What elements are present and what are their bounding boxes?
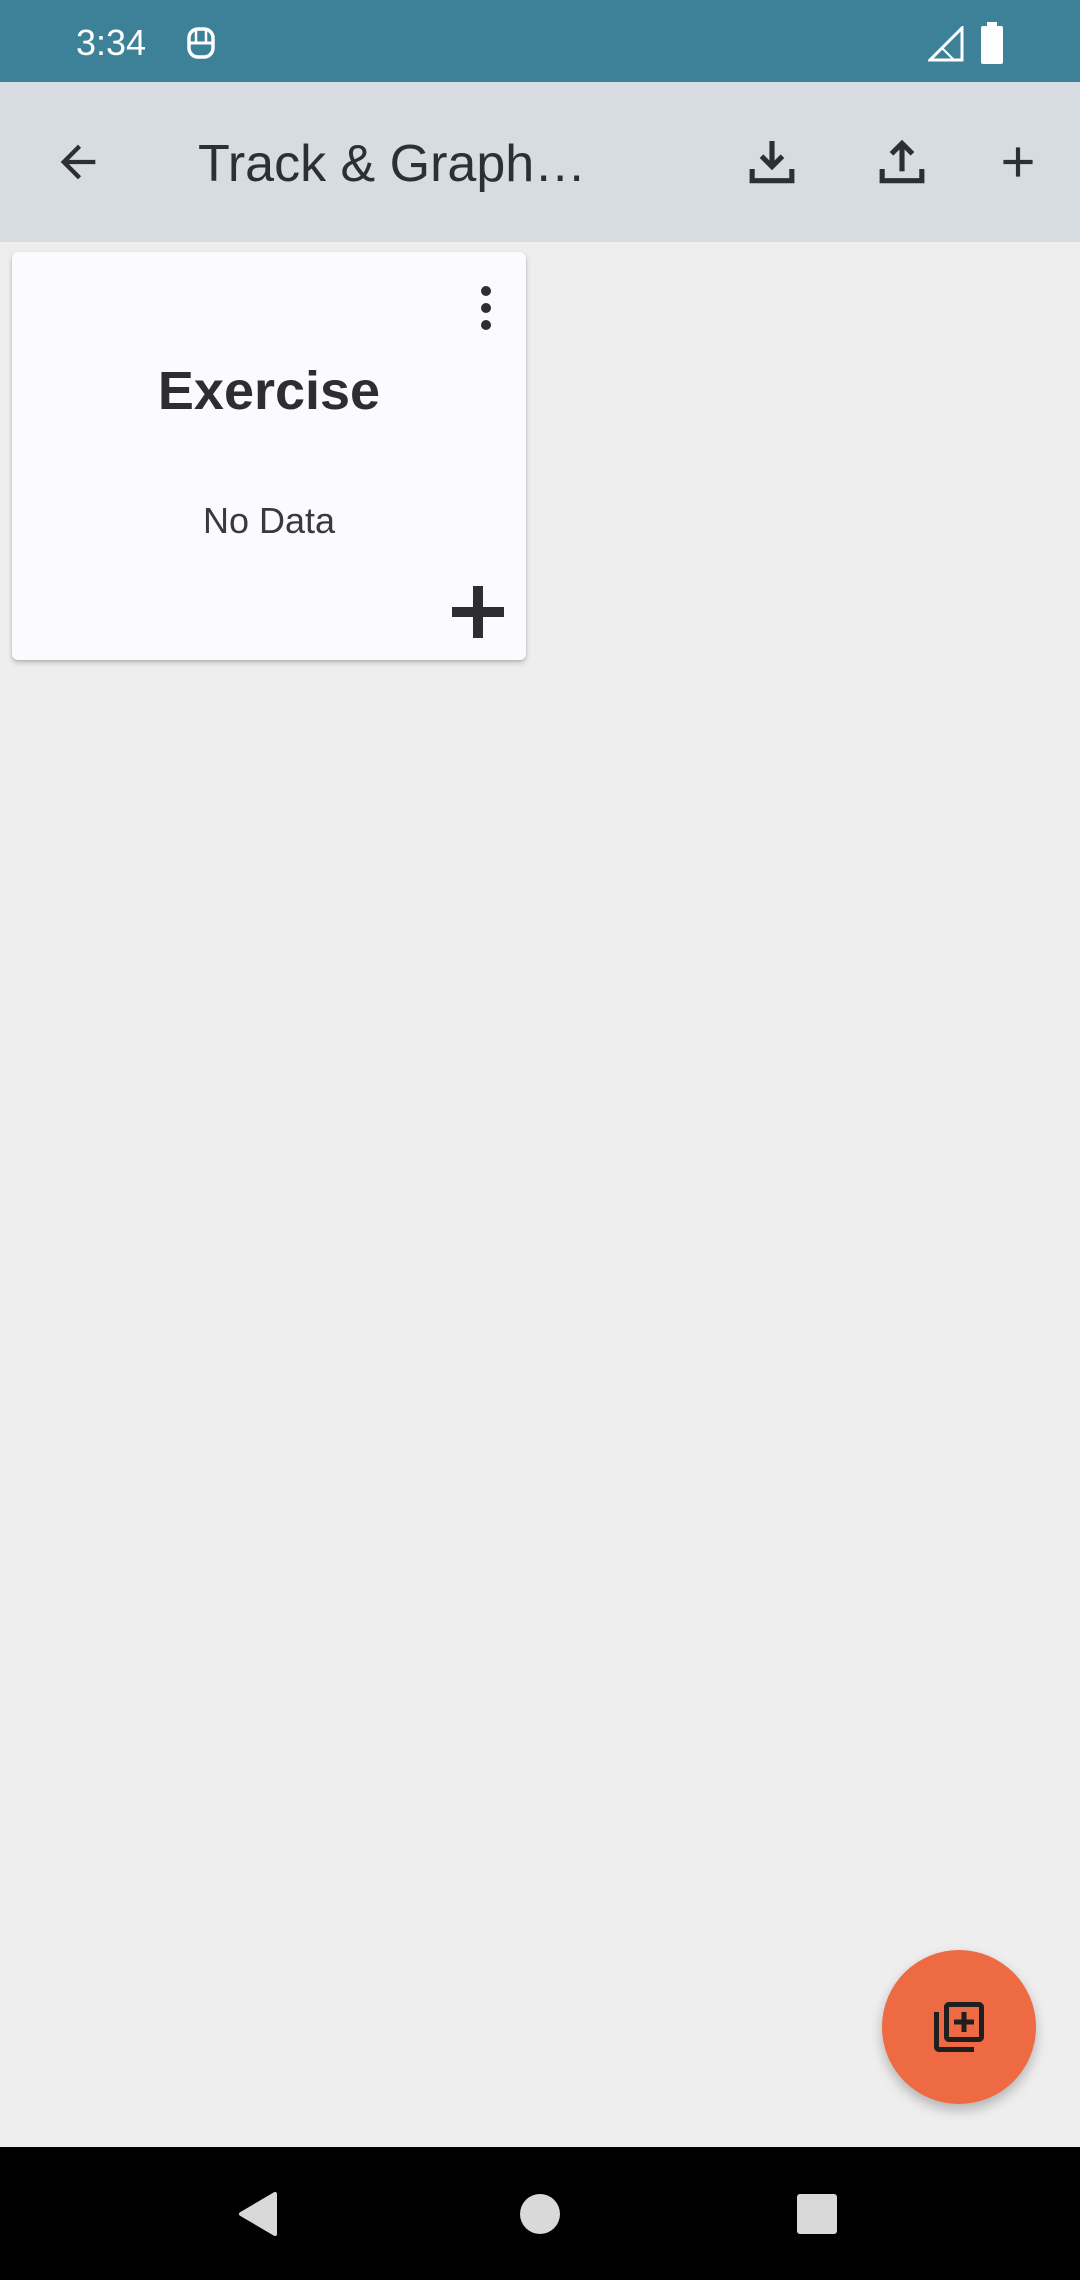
import-button[interactable]	[732, 122, 812, 202]
plus-icon	[452, 586, 504, 638]
app-notification-icon	[187, 27, 215, 59]
add-tracker-fab[interactable]	[882, 1950, 1036, 2104]
tracker-grid: Exercise No Data	[0, 242, 1080, 2147]
nav-home-button[interactable]	[495, 2169, 585, 2259]
status-time: 3:34	[76, 22, 147, 63]
plus-icon	[1003, 147, 1033, 177]
nav-back-button[interactable]	[214, 2169, 304, 2259]
status-bar: 3:34	[0, 0, 1080, 82]
signal-icon	[928, 26, 964, 62]
export-button[interactable]	[862, 122, 942, 202]
nav-back-icon	[239, 2192, 277, 2236]
battery-icon	[981, 22, 1003, 64]
app-bar: Track & Graph…	[0, 82, 1080, 242]
add-button[interactable]	[978, 122, 1058, 202]
nav-recents-icon	[797, 2194, 837, 2234]
nav-home-icon	[520, 2194, 560, 2234]
page-title: Track & Graph…	[198, 135, 587, 193]
back-arrow-icon	[60, 144, 96, 180]
download-icon	[749, 141, 795, 184]
tracker-card[interactable]: Exercise No Data	[12, 252, 526, 660]
tracker-status: No Data	[202, 500, 336, 541]
upload-icon	[879, 139, 925, 184]
card-menu-button[interactable]	[450, 278, 522, 338]
tracker-name: Exercise	[157, 361, 381, 421]
add-to-library-icon	[934, 2002, 984, 2052]
nav-recents-button[interactable]	[772, 2169, 862, 2259]
back-button[interactable]	[38, 122, 118, 202]
system-nav-bar	[0, 2147, 1080, 2280]
more-vertical-icon	[481, 286, 491, 330]
add-data-point-button[interactable]	[432, 572, 524, 652]
